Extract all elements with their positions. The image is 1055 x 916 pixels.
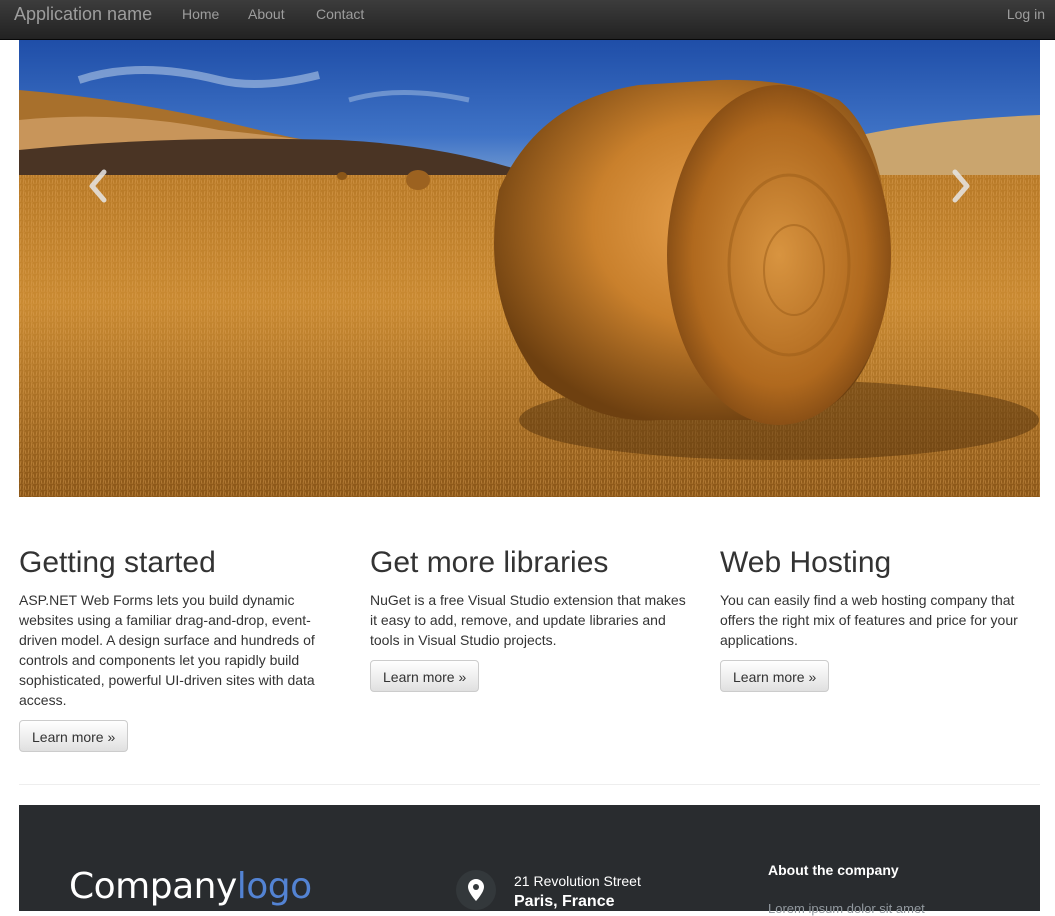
column-get-more-libraries: Get more libraries NuGet is a free Visua…	[370, 540, 690, 692]
logo-accent-text: logo	[236, 866, 312, 907]
company-logo[interactable]: Companylogo	[69, 865, 312, 909]
address-street: 21 Revolution Street	[514, 873, 641, 889]
navbar: Application name Home About Contact Log …	[0, 0, 1055, 40]
column-title: Get more libraries	[370, 546, 609, 579]
column-getting-started: Getting started ASP.NET Web Forms lets y…	[19, 540, 339, 752]
column-title: Getting started	[19, 546, 216, 579]
carousel-next-button[interactable]	[941, 166, 981, 206]
nav-contact-link[interactable]: Contact	[316, 0, 364, 29]
nav-about-link[interactable]: About	[248, 0, 285, 29]
about-company-title: About the company	[768, 862, 899, 878]
address-city: Paris, France	[514, 893, 615, 910]
hero-carousel	[19, 40, 1040, 497]
learn-more-button[interactable]: Learn more »	[370, 660, 480, 692]
nav-home-link[interactable]: Home	[182, 0, 219, 29]
learn-more-button[interactable]: Learn more »	[720, 660, 830, 692]
carousel-prev-button[interactable]	[78, 166, 118, 206]
column-text: You can easily find a web hosting compan…	[720, 592, 1018, 648]
brand-link[interactable]: Application name	[14, 0, 152, 30]
address-icon-circle	[456, 870, 496, 910]
column-title: Web Hosting	[720, 546, 892, 579]
logo-main-text: Company	[69, 866, 237, 907]
login-link[interactable]: Log in	[1007, 0, 1045, 29]
divider	[19, 784, 1040, 785]
map-pin-icon	[468, 879, 484, 901]
about-company-text: Lorem ipsum dolor sit amet	[768, 901, 925, 916]
column-text: NuGet is a free Visual Studio extension …	[370, 592, 686, 648]
chevron-left-icon	[89, 169, 107, 203]
column-web-hosting: Web Hosting You can easily find a web ho…	[720, 540, 1040, 692]
footer: Companylogo 21 Revolution Street Paris, …	[19, 805, 1040, 916]
chevron-right-icon	[952, 169, 970, 203]
learn-more-button[interactable]: Learn more »	[19, 720, 129, 752]
hay-field-image	[19, 40, 1040, 497]
column-text: ASP.NET Web Forms lets you build dynamic…	[19, 592, 315, 708]
